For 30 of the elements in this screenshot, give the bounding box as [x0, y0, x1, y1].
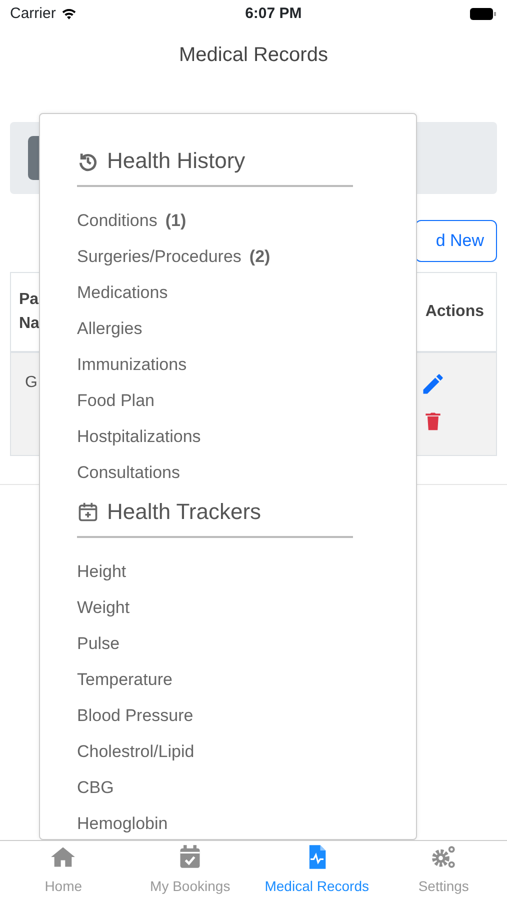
menu-item[interactable]: Temperature [77, 662, 172, 698]
menu-item[interactable]: Immunizations [77, 347, 187, 383]
column-header: Pa Na [19, 290, 40, 334]
menu-item[interactable]: Surgeries/Procedures (2) [77, 239, 270, 275]
clock-label: 6:07 PM [245, 4, 302, 24]
menu-item[interactable]: Medications [77, 275, 168, 311]
menu-item[interactable]: Food Plan [77, 383, 154, 419]
table-cell-text: G [25, 373, 38, 393]
calendar-plus-icon [77, 500, 99, 522]
menu-item[interactable]: Pulse [77, 626, 120, 662]
carrier-label: Carrier [10, 4, 56, 24]
wifi-icon [60, 6, 78, 22]
add-new-button[interactable]: d New [415, 220, 497, 262]
tab-item[interactable]: Medical Records [254, 841, 380, 900]
menu-item[interactable]: Hemoglobin [77, 806, 168, 839]
menu-item[interactable]: Conditions (1) [77, 203, 186, 239]
battery-icon [468, 7, 497, 21]
menu-item[interactable]: Height [77, 554, 126, 590]
column-header: Actions [425, 302, 484, 322]
gears-icon [430, 844, 457, 870]
menu-item[interactable]: Allergies [77, 311, 142, 347]
menu-item[interactable]: CBG [77, 770, 114, 806]
menu-item[interactable]: Hostpitalizations [77, 419, 201, 455]
section-heading: Health History [107, 147, 246, 175]
menu-item[interactable]: Consultations [77, 455, 180, 491]
page-title: Medical Records [178, 43, 329, 68]
menu-item[interactable]: Cholestrol/Lipid [77, 734, 194, 770]
menu-item[interactable]: Weight [77, 590, 130, 626]
section-heading: Health Trackers [107, 498, 262, 526]
menu-item[interactable]: Blood Pressure [77, 698, 194, 734]
